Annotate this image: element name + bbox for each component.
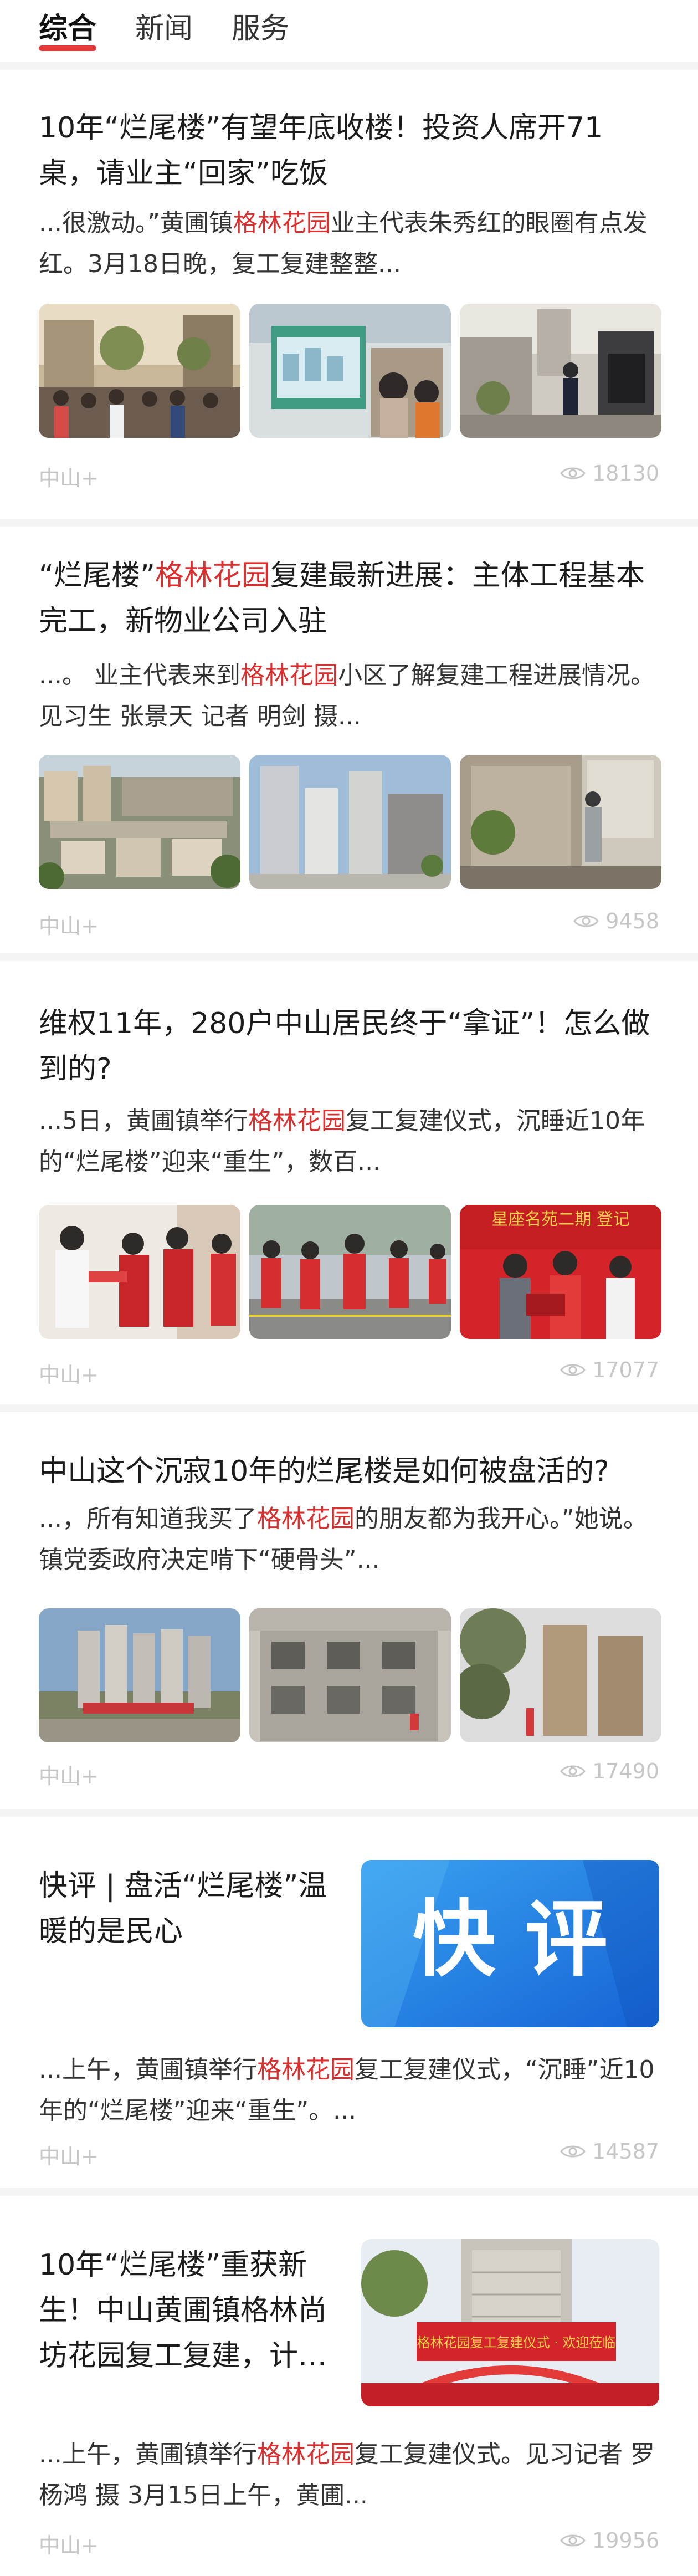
- banner-text: 星座名苑二期 登记: [491, 1210, 630, 1229]
- volunteers-on-street-photo: [249, 1205, 451, 1339]
- article-title[interactable]: 10年“烂尾楼”重获新生！中山黄圃镇格林尚坊花园复工复建，计…: [39, 2242, 355, 2379]
- security-guard-at-gate-photo: [460, 304, 661, 438]
- aerial-towers-photo: [39, 1608, 240, 1742]
- article-card[interactable]: 10年“烂尾楼”有望年底收楼！投资人席开71桌，请业主“回家”吃饭 ...很激动…: [0, 70, 698, 519]
- article-source: 中山+: [39, 466, 99, 490]
- article-card[interactable]: 10年“烂尾楼”重获新生！中山黄圃镇格林尚坊花园复工复建，计… 格林花园复工复建…: [0, 2196, 698, 2576]
- thumbnail-text: 快 评: [413, 1892, 608, 1988]
- article-snippet: ...上午，黄圃镇举行格林花园复工复建仪式。见习记者 罗杨鸿 摄 3月15日上午…: [39, 2440, 655, 2509]
- tab-bar: 综合 新闻 服务: [0, 0, 698, 62]
- article-snippet: ...5日，黄圃镇举行格林花园复工复建仪式，沉睡近10年的“烂尾楼”迎来“重生”…: [39, 1107, 645, 1176]
- tower-blocks-trees-photo: [460, 1608, 661, 1742]
- tab-services[interactable]: 服务: [232, 0, 289, 62]
- construction-worker-photo: [460, 755, 661, 889]
- article-snippet: ...，所有知道我买了格林花园的朋友都为我开心。”她说。 镇党委政府决定啃下“硬…: [39, 1505, 648, 1574]
- view-count: 17077: [560, 1358, 659, 1382]
- eye-icon: [560, 2145, 586, 2158]
- article-card[interactable]: 维权11年，280户中山居民终于“拿证”！怎么做到的? ...5日，黄圃镇举行格…: [0, 961, 698, 1404]
- thumbnail-text: 格林花园复工复建仪式 · 欢迎莅临: [417, 2335, 616, 2350]
- article-card[interactable]: 快评 | 盘活“烂尾楼”温暖的是民心 快 评 ...上午，黄圃镇举行格林花园复工…: [0, 1817, 698, 2188]
- volunteers-handover-photo: [39, 1205, 240, 1339]
- view-count: 9458: [573, 909, 659, 933]
- eye-icon: [573, 915, 599, 927]
- article-title[interactable]: 中山这个沉寂10年的烂尾楼是如何被盘活的?: [39, 1449, 659, 1494]
- article-snippet: ...很激动。”黄圃镇格林花园业主代表朱秀红的眼圈有点发红。3月18日晚，复工复…: [39, 209, 648, 278]
- article-snippet: ...。 业主代表来到格林花园小区了解复建工程进展情况。见习生 张景天 记者 明…: [39, 661, 655, 730]
- eye-icon: [560, 1765, 586, 1777]
- article-title[interactable]: 维权11年，280户中山居民终于“拿证”！怎么做到的?: [39, 1001, 659, 1092]
- article-source: 中山+: [39, 914, 99, 938]
- article-title[interactable]: 10年“烂尾楼”有望年底收楼！投资人席开71桌，请业主“回家”吃饭: [39, 105, 659, 196]
- article-source: 中山+: [39, 2533, 99, 2558]
- article-source: 中山+: [39, 1764, 99, 1788]
- crowd-at-estate-photo: [39, 304, 240, 438]
- view-count: 19956: [560, 2528, 659, 2553]
- certificate-ceremony-photo: 星座名苑二期 登记: [460, 1205, 661, 1339]
- article-title[interactable]: “烂尾楼”格林花园复建最新进展：主体工程基本完工，新物业公司入驻: [39, 553, 659, 644]
- tab-comprehensive[interactable]: 综合: [39, 0, 97, 62]
- ceremony-thumbnail: 格林花园复工复建仪式 · 欢迎莅临: [361, 2239, 659, 2406]
- article-source: 中山+: [39, 2144, 99, 2169]
- aerial-estate-photo: [39, 755, 240, 889]
- residential-towers-photo: [249, 755, 451, 889]
- article-source: 中山+: [39, 1363, 99, 1387]
- unfinished-building-photo: [249, 1608, 451, 1742]
- development-billboard-photo: [249, 304, 451, 438]
- article-title[interactable]: 快评 | 盘活“烂尾楼”温暖的是民心: [39, 1863, 355, 1954]
- tab-news[interactable]: 新闻: [135, 0, 193, 62]
- view-count: 14587: [560, 2139, 659, 2164]
- article-card[interactable]: “烂尾楼”格林花园复建最新进展：主体工程基本完工，新物业公司入驻 ...。 业主…: [0, 527, 698, 953]
- eye-icon: [560, 1364, 586, 1376]
- article-card[interactable]: 中山这个沉寂10年的烂尾楼是如何被盘活的? ...，所有知道我买了格林花园的朋友…: [0, 1412, 698, 1809]
- eye-icon: [560, 467, 586, 479]
- view-count: 17490: [560, 1759, 659, 1783]
- view-count: 18130: [560, 461, 659, 485]
- quick-review-thumbnail: 快 评: [361, 1860, 659, 2027]
- article-snippet: ...上午，黄圃镇举行格林花园复工复建仪式，“沉睡”近10年的“烂尾楼”迎来“重…: [39, 2056, 655, 2125]
- eye-icon: [560, 2534, 586, 2547]
